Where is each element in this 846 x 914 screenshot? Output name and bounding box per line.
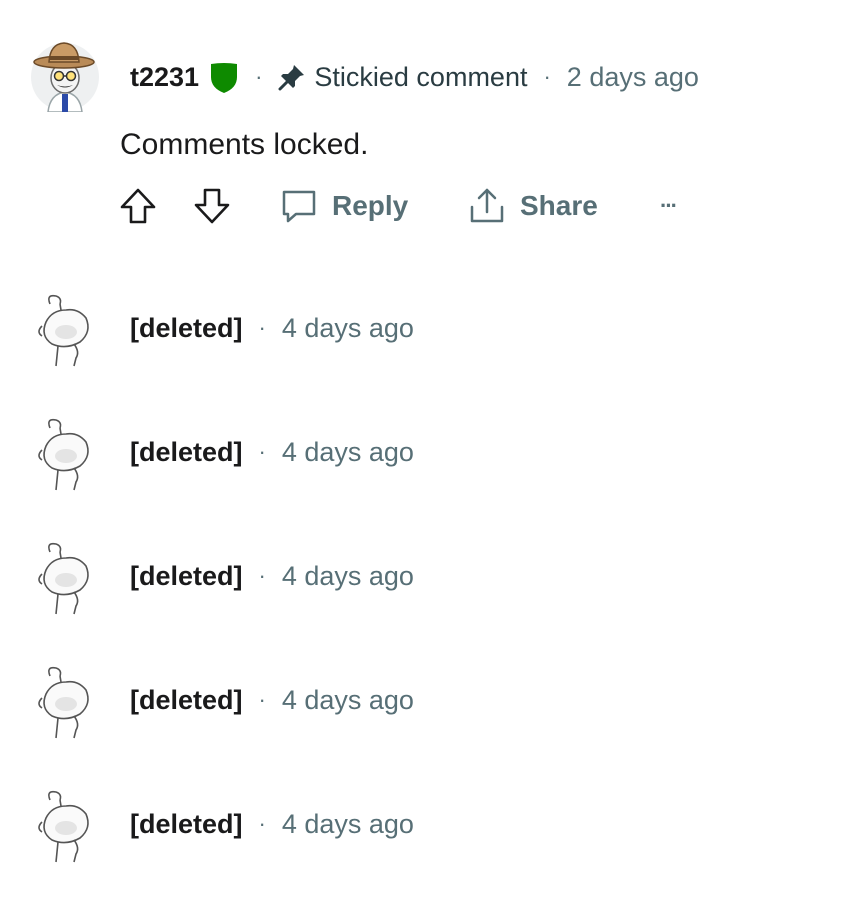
reply-button[interactable]: Reply bbox=[280, 184, 408, 228]
separator-dot: · bbox=[258, 687, 266, 712]
more-options-button[interactable]: ··· bbox=[660, 184, 678, 228]
deleted-user-avatar-icon bbox=[36, 664, 94, 740]
comment-meta: [deleted] · 4 days ago bbox=[130, 806, 414, 842]
deleted-comment: [deleted] · 4 days ago bbox=[0, 540, 846, 630]
upvote-button[interactable] bbox=[118, 184, 158, 228]
timestamp[interactable]: 4 days ago bbox=[282, 561, 414, 592]
arrow-up-icon bbox=[118, 186, 158, 226]
deleted-comment: [deleted] · 4 days ago bbox=[0, 292, 846, 382]
separator-dot: · bbox=[543, 64, 551, 89]
stickied-comment: t2231 · Stickied comment · 2 days ago Co… bbox=[0, 0, 846, 250]
reply-label: Reply bbox=[332, 190, 409, 221]
deleted-comment: [deleted] · 4 days ago bbox=[0, 664, 846, 754]
separator-dot: · bbox=[258, 811, 266, 836]
deleted-comment: [deleted] · 4 days ago bbox=[0, 788, 846, 878]
comment-meta: t2231 · Stickied comment · 2 days ago bbox=[130, 60, 699, 94]
moderator-shield-icon bbox=[209, 61, 239, 94]
deleted-author: [deleted] bbox=[130, 560, 243, 591]
timestamp[interactable]: 2 days ago bbox=[567, 62, 699, 93]
comment-meta: [deleted] · 4 days ago bbox=[130, 434, 414, 470]
separator-dot: · bbox=[258, 439, 266, 464]
separator-dot: · bbox=[255, 64, 263, 89]
timestamp[interactable]: 4 days ago bbox=[282, 809, 414, 840]
comment-body: Comments locked. bbox=[120, 128, 369, 161]
comment-thread: t2231 · Stickied comment · 2 days ago Co… bbox=[0, 0, 846, 914]
comment-action-bar: Reply Share ··· bbox=[118, 184, 718, 228]
deleted-user-avatar-icon bbox=[36, 416, 94, 492]
timestamp[interactable]: 4 days ago bbox=[282, 437, 414, 468]
avatar[interactable] bbox=[30, 38, 100, 113]
more-options-icon: ··· bbox=[660, 193, 678, 218]
deleted-author: [deleted] bbox=[130, 436, 243, 467]
deleted-user-avatar-icon bbox=[36, 540, 94, 616]
arrow-down-icon bbox=[192, 186, 232, 226]
share-icon bbox=[468, 187, 506, 225]
separator-dot: · bbox=[258, 315, 266, 340]
comment-meta: [deleted] · 4 days ago bbox=[130, 558, 414, 594]
downvote-button[interactable] bbox=[192, 184, 232, 228]
comment-meta: [deleted] · 4 days ago bbox=[130, 682, 414, 718]
deleted-author: [deleted] bbox=[130, 312, 243, 343]
deleted-user-avatar-icon bbox=[36, 788, 94, 864]
separator-dot: · bbox=[258, 563, 266, 588]
deleted-user-avatar-icon bbox=[36, 292, 94, 368]
deleted-author: [deleted] bbox=[130, 684, 243, 715]
comment-bubble-icon bbox=[280, 187, 318, 225]
comment-meta: [deleted] · 4 days ago bbox=[130, 310, 414, 346]
pin-icon bbox=[278, 63, 306, 91]
username-link[interactable]: t2231 bbox=[130, 62, 199, 93]
share-label: Share bbox=[520, 190, 598, 221]
stickied-label: Stickied comment bbox=[314, 61, 528, 92]
deleted-comment: [deleted] · 4 days ago bbox=[0, 416, 846, 506]
deleted-author: [deleted] bbox=[130, 808, 243, 839]
timestamp[interactable]: 4 days ago bbox=[282, 685, 414, 716]
share-button[interactable]: Share bbox=[468, 184, 598, 228]
timestamp[interactable]: 4 days ago bbox=[282, 313, 414, 344]
